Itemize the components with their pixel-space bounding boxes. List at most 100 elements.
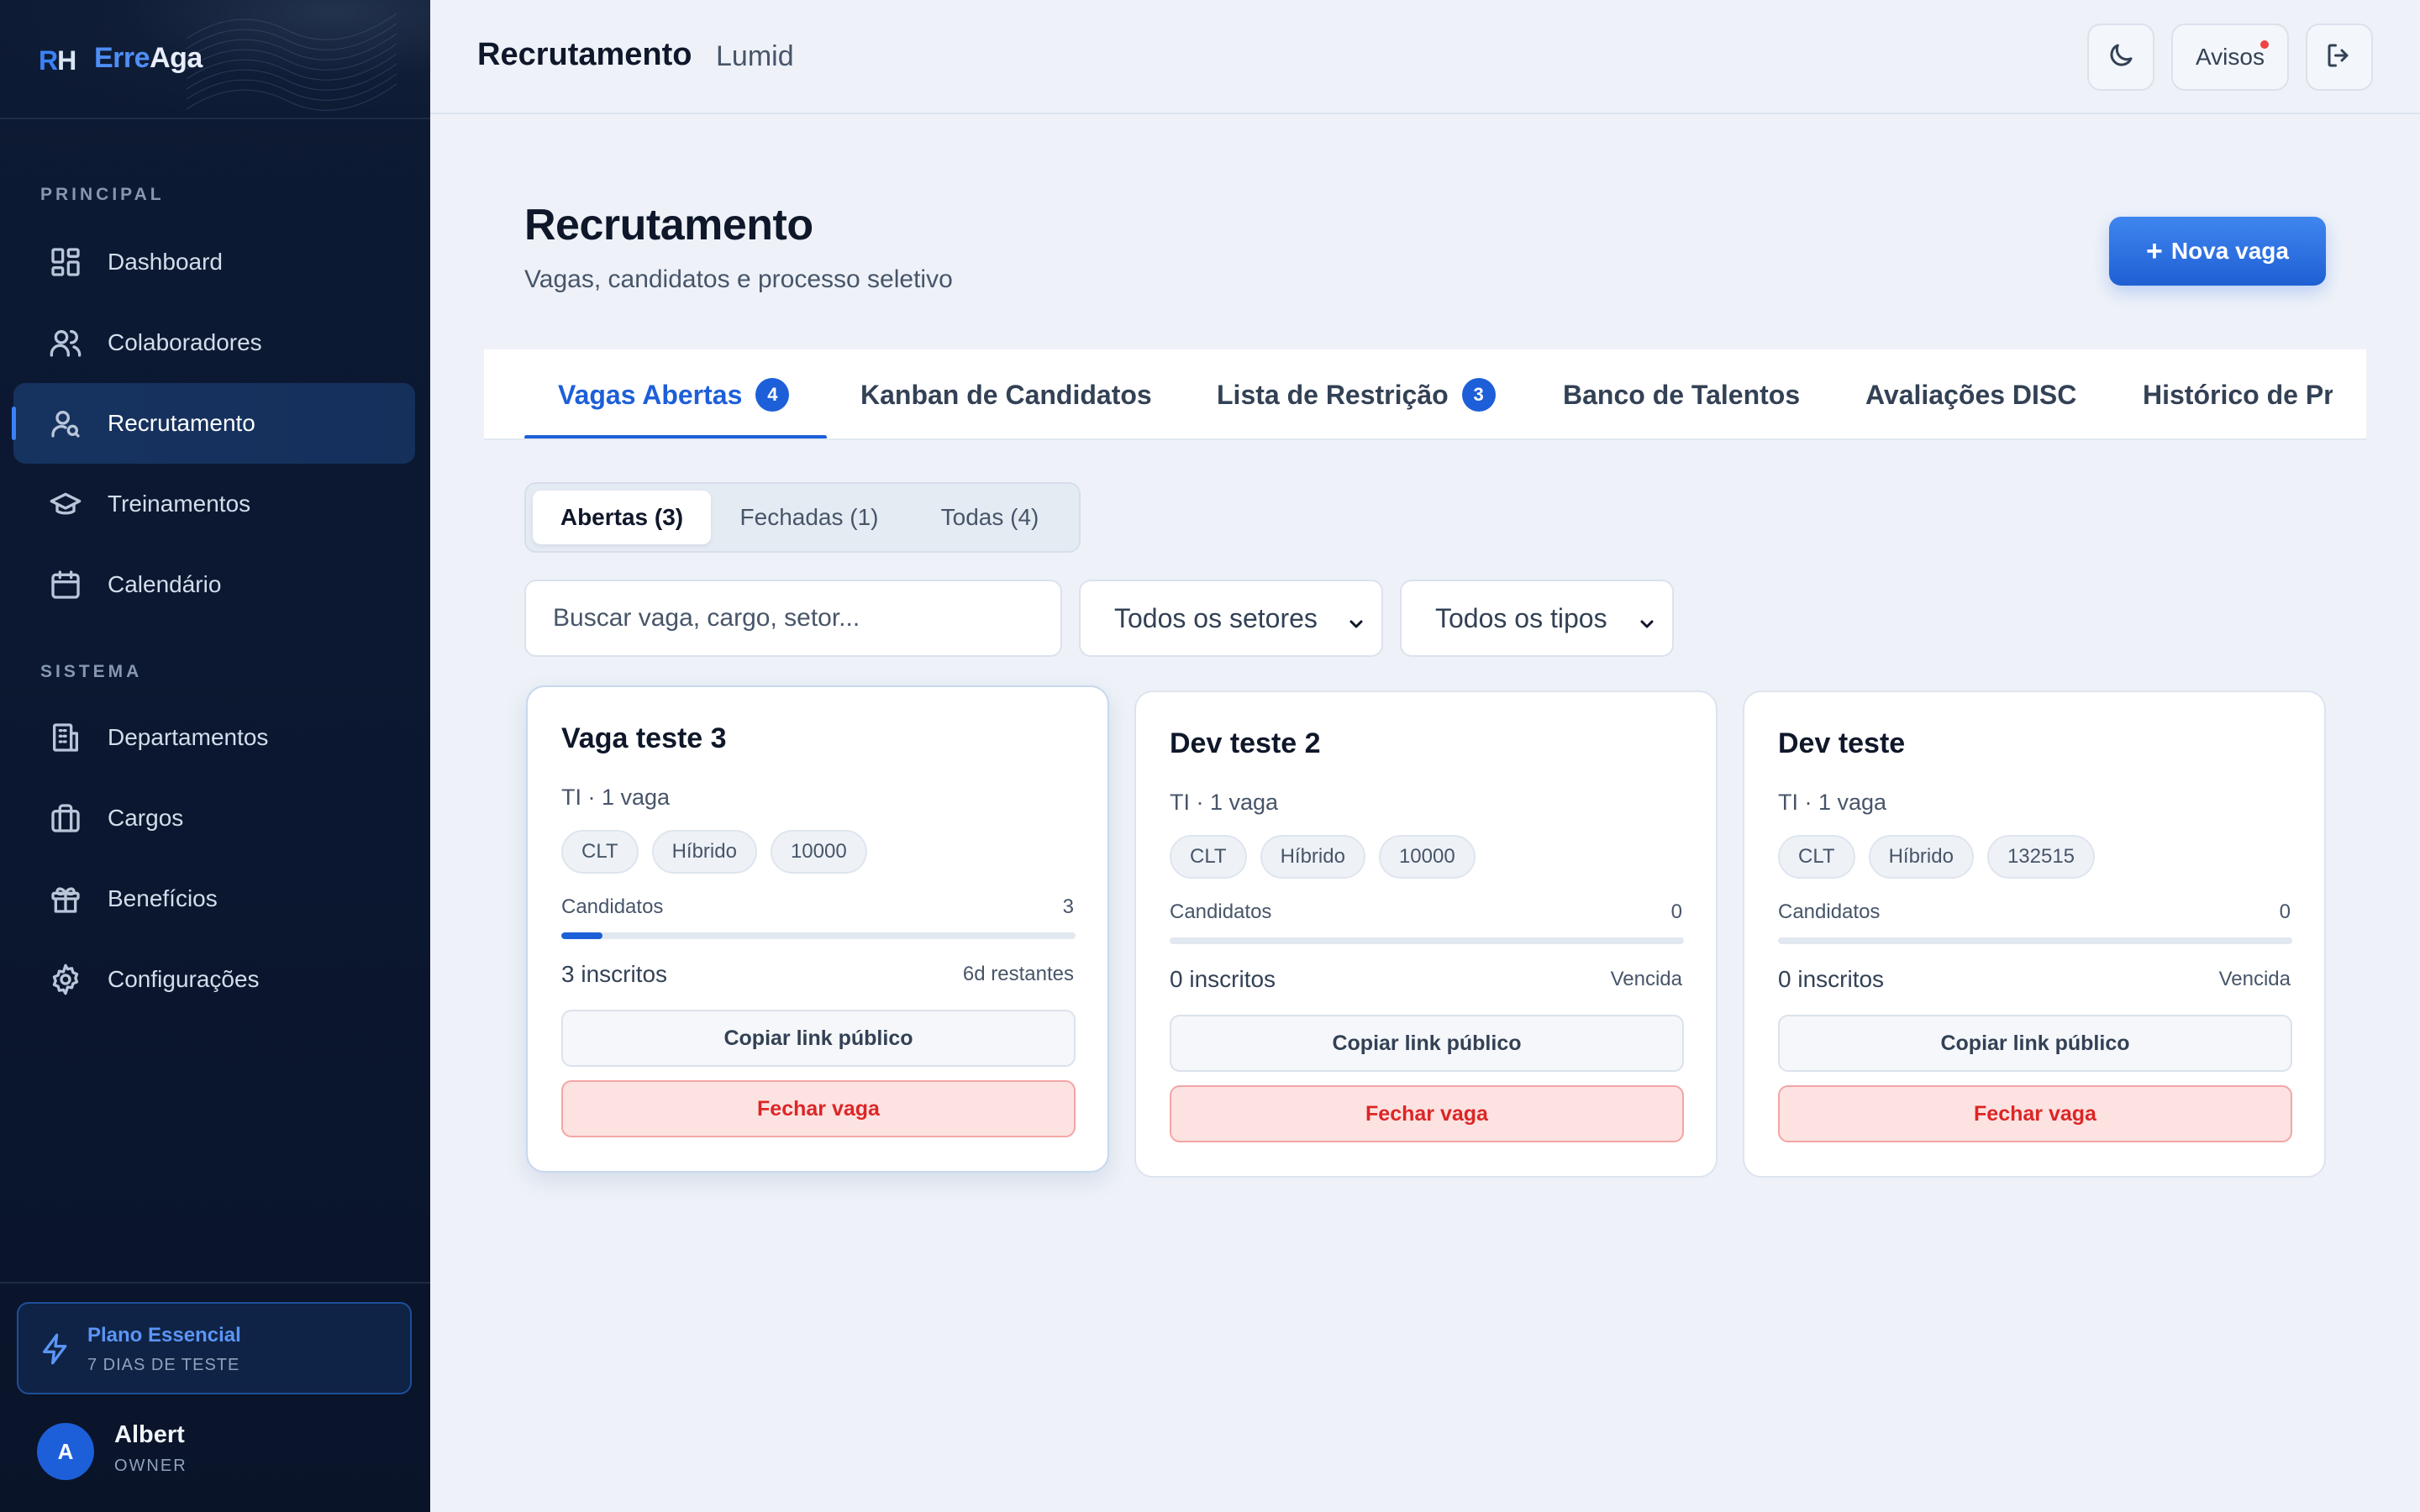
copy-public-link-button[interactable]: Copiar link público: [1170, 1015, 1684, 1072]
sidebar-item-treinamentos[interactable]: Treinamentos: [13, 464, 415, 544]
candidates-progress: [1170, 937, 1684, 944]
segment-abertas[interactable]: Abertas (3): [533, 491, 711, 544]
job-tags: CLT Híbrido 132515: [1778, 835, 2096, 879]
tab-label: Vagas Abertas: [558, 379, 743, 410]
deadline-status: Vencida: [2218, 968, 2291, 990]
enrolled-count: 3 inscritos: [561, 961, 668, 987]
copy-public-link-button[interactable]: Copiar link público: [1778, 1015, 2292, 1072]
sidebar-footer: Plano Essencial 7 DIAS DE TESTE A Albert…: [0, 1282, 430, 1512]
tab-badge: 3: [1461, 378, 1496, 412]
plan-title: Plano Essencial: [87, 1324, 241, 1347]
job-tags: CLT Híbrido 10000: [561, 830, 867, 874]
close-job-button[interactable]: Fechar vaga: [1170, 1085, 1684, 1142]
candidates-progress: [1778, 937, 2292, 944]
sidebar-item-label: Configurações: [108, 966, 260, 992]
job-meta: TI · 1 vaga: [1778, 790, 1887, 815]
sidebar-item-label: Dashboard: [108, 249, 223, 275]
sidebar-item-colaboradores[interactable]: Colaboradores: [13, 302, 415, 383]
sidebar-item-label: Treinamentos: [108, 491, 251, 517]
sidebar-item-calendario[interactable]: Calendário: [13, 544, 415, 625]
salary-tag: 10000: [770, 830, 867, 874]
new-job-label: Nova vaga: [2170, 238, 2289, 264]
mode-tag: Híbrido: [1868, 835, 1974, 879]
close-job-button[interactable]: Fechar vaga: [561, 1080, 1076, 1137]
users-icon: [49, 326, 82, 360]
user-search-icon: [49, 407, 82, 440]
building-icon: [49, 721, 82, 754]
close-job-button[interactable]: Fechar vaga: [1778, 1085, 2292, 1142]
tab-kanban-candidatos[interactable]: Kanban de Candidatos: [860, 349, 1152, 438]
sidebar-item-configuracoes[interactable]: Configurações: [13, 939, 415, 1020]
candidates-label: Candidatos: [1170, 900, 1272, 923]
chevron-down-icon: [1346, 610, 1366, 630]
segment-todas[interactable]: Todas (4): [906, 491, 1074, 544]
moon-icon: [2106, 40, 2136, 75]
salary-tag: 132515: [1986, 835, 2096, 879]
sidebar-item-cargos[interactable]: Cargos: [13, 778, 415, 858]
type-select[interactable]: Todos os tipos: [1400, 580, 1674, 657]
search-input[interactable]: [524, 580, 1062, 657]
mode-tag: Híbrido: [651, 830, 757, 874]
contract-tag: CLT: [561, 830, 639, 874]
header-company: Lumid: [716, 40, 794, 72]
plan-card[interactable]: Plano Essencial 7 DIAS DE TESTE: [17, 1302, 412, 1394]
sidebar-item-beneficios[interactable]: Benefícios: [13, 858, 415, 939]
avatar[interactable]: A: [37, 1423, 94, 1480]
candidates-progress: [561, 932, 1076, 939]
brand-logo-mark[interactable]: RH: [39, 45, 76, 76]
candidates-count: 3: [1062, 895, 1074, 918]
tab-banco-talentos[interactable]: Banco de Talentos: [1563, 349, 1801, 438]
copy-public-link-button[interactable]: Copiar link público: [561, 1010, 1076, 1067]
sector-select[interactable]: Todos os setores: [1079, 580, 1383, 657]
tab-avaliacoes-disc[interactable]: Avaliações DISC: [1865, 349, 2076, 438]
contract-tag: CLT: [1778, 835, 1855, 879]
tab-bar: Vagas Abertas 4 Kanban de Candidatos Lis…: [484, 349, 2366, 440]
candidates-label: Candidatos: [561, 895, 664, 918]
user-name: Albert: [114, 1421, 185, 1448]
tab-label: Kanban de Candidatos: [860, 379, 1152, 410]
sidebar-item-departamentos[interactable]: Departamentos: [13, 697, 415, 778]
enrolled-count: 0 inscritos: [1170, 966, 1276, 992]
type-select-value: Todos os tipos: [1435, 602, 1607, 633]
calendar-icon: [49, 568, 82, 601]
job-card[interactable]: Vaga teste 3 TI · 1 vaga CLT Híbrido 100…: [526, 685, 1109, 1173]
sidebar-item-recrutamento[interactable]: Recrutamento: [12, 383, 415, 464]
briefcase-icon: [49, 801, 82, 835]
sidebar-item-dashboard[interactable]: Dashboard: [13, 222, 415, 302]
job-card[interactable]: Dev teste 2 TI · 1 vaga CLT Híbrido 1000…: [1134, 690, 1718, 1178]
gift-icon: [49, 882, 82, 916]
candidates-label: Candidatos: [1778, 900, 1881, 923]
candidates-count: 0: [1670, 900, 1682, 923]
settings-icon: [49, 963, 82, 996]
tab-vagas-abertas[interactable]: Vagas Abertas 4: [558, 349, 790, 438]
chevron-down-icon: [1637, 610, 1657, 630]
logout-button[interactable]: [2306, 24, 2373, 91]
sidebar-item-label: Benefícios: [108, 885, 218, 911]
sidebar-item-label: Calendário: [108, 571, 222, 597]
dashboard-icon: [49, 245, 82, 279]
segment-fechadas[interactable]: Fechadas (1): [721, 491, 897, 544]
job-card[interactable]: Dev teste TI · 1 vaga CLT Híbrido 132515…: [1743, 690, 2326, 1178]
job-title: Vaga teste 3: [561, 722, 727, 754]
job-meta: TI · 1 vaga: [561, 785, 671, 810]
job-title: Dev teste: [1778, 727, 1906, 759]
brand-header: RH ErreAga: [0, 0, 430, 119]
mode-tag: Híbrido: [1260, 835, 1365, 879]
brand-name[interactable]: ErreAga: [94, 42, 203, 75]
page-subtitle: Vagas, candidatos e processo seletivo: [524, 265, 953, 293]
new-job-button[interactable]: + Nova vaga: [2109, 217, 2326, 286]
header-title: Recrutamento: [477, 37, 692, 72]
contract-tag: CLT: [1170, 835, 1247, 879]
status-filter-segmented: Abertas (3) Fechadas (1) Todas (4): [524, 482, 1081, 553]
tab-label: Lista de Restrição: [1217, 379, 1449, 410]
theme-toggle-button[interactable]: [2087, 24, 2154, 91]
tab-historico[interactable]: Histórico de Pr: [2143, 349, 2333, 438]
active-tab-indicator: [524, 435, 827, 438]
tab-lista-restricao[interactable]: Lista de Restrição 3: [1217, 349, 1496, 438]
notices-label: Avisos: [2196, 44, 2265, 70]
notices-button[interactable]: Avisos: [2171, 24, 2289, 91]
sidebar-item-label: Departamentos: [108, 724, 269, 750]
tab-label: Banco de Talentos: [1563, 379, 1801, 410]
logout-icon: [2324, 40, 2354, 75]
nav-section-sistema: SISTEMA: [40, 662, 143, 681]
